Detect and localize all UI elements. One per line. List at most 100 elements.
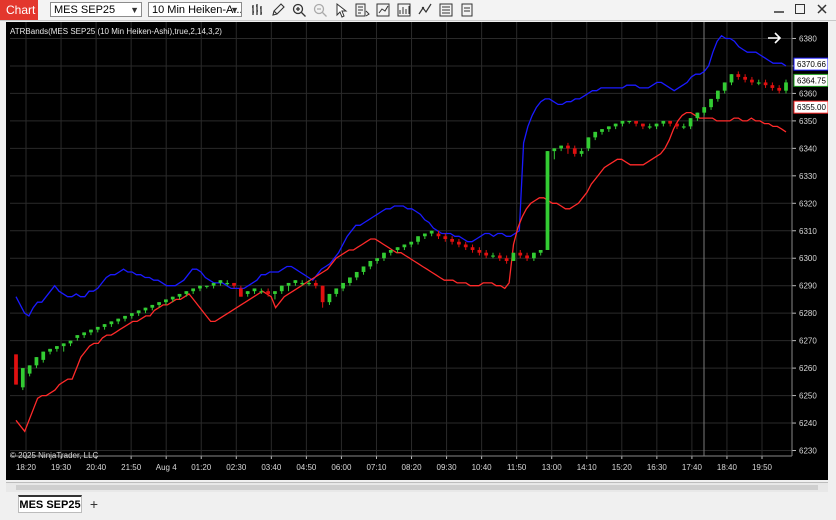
candle-body — [436, 233, 441, 237]
chart-window-tab[interactable]: Chart — [0, 0, 38, 20]
candle-body — [123, 315, 127, 319]
candle-body — [184, 291, 189, 294]
candle-body — [457, 241, 461, 245]
zoom-out-icon[interactable] — [312, 2, 328, 18]
candle-body — [518, 252, 523, 256]
candle-body — [620, 120, 625, 124]
candle-body — [382, 252, 386, 259]
candle-body — [504, 258, 509, 261]
candle-body — [320, 285, 325, 303]
indicators-icon[interactable] — [396, 2, 412, 18]
scrollbar-thumb[interactable] — [16, 485, 818, 490]
zoom-in-icon[interactable] — [291, 2, 307, 18]
y-tick-label: 6310 — [799, 227, 817, 236]
candle-body — [743, 76, 747, 80]
candle-body — [129, 313, 134, 316]
candle-body — [211, 282, 216, 286]
draw-pencil-icon[interactable] — [270, 2, 286, 18]
candle-body — [61, 343, 66, 347]
copyright-text: © 2025 NinjaTrader, LLC — [10, 451, 99, 460]
x-tick-label: 07:10 — [366, 463, 387, 472]
minimize-icon[interactable] — [772, 2, 786, 16]
candle-body — [572, 148, 577, 154]
candle-body — [204, 285, 209, 287]
maximize-icon[interactable] — [793, 2, 807, 16]
candle-body — [348, 277, 352, 283]
close-icon[interactable] — [815, 2, 829, 16]
candle-body — [647, 126, 652, 128]
y-tick-label: 6290 — [799, 282, 817, 291]
y-tick-label: 6280 — [799, 309, 817, 318]
instrument-tab-bar: MES SEP25 + — [0, 492, 836, 520]
x-tick-label: Aug 4 — [156, 463, 177, 472]
strategies-icon[interactable] — [417, 2, 433, 18]
candle-body — [722, 82, 727, 91]
candle-body — [532, 252, 536, 259]
candle-body — [68, 340, 73, 344]
x-tick-label: 02:30 — [226, 463, 247, 472]
candle-body — [715, 90, 720, 99]
x-tick-label: 15:20 — [612, 463, 633, 472]
candle-body — [232, 282, 236, 286]
x-tick-label: 18:20 — [16, 463, 37, 472]
candle-body — [388, 249, 393, 253]
candle-body — [95, 326, 100, 330]
candle-body — [55, 346, 59, 349]
candle-body — [736, 74, 741, 77]
candle-body — [484, 252, 489, 256]
candle-body — [654, 123, 659, 127]
candle-body — [695, 112, 700, 119]
properties-icon[interactable] — [438, 2, 454, 18]
candle-body — [450, 239, 454, 242]
candle-body — [777, 87, 782, 91]
price-chart[interactable]: 6380637063606350634063306320631063006290… — [6, 22, 828, 480]
candle-body — [150, 304, 155, 308]
candle-body — [634, 120, 638, 124]
add-tab-button[interactable]: + — [86, 495, 102, 513]
candle-body — [763, 82, 768, 86]
instrument-selector[interactable]: MES SEP25 ▼ — [50, 2, 142, 17]
candle-body — [14, 354, 18, 385]
candle-body — [641, 123, 645, 127]
candle-body — [559, 145, 564, 149]
candle-body — [116, 318, 121, 322]
indicator-label: ATRBands(MES SEP25 (10 Min Heiken-Ashi),… — [10, 27, 222, 36]
pointer-icon[interactable] — [333, 2, 349, 18]
candle-body — [75, 335, 80, 338]
candle-body — [552, 148, 557, 152]
y-tick-label: 6240 — [799, 419, 817, 428]
candle-body — [273, 291, 277, 294]
y-tick-label: 6230 — [799, 447, 817, 456]
candle-body — [198, 285, 202, 289]
candle-body — [218, 280, 223, 283]
scroll-right-arrow-icon[interactable] — [768, 32, 782, 44]
instrument-tab[interactable]: MES SEP25 — [18, 495, 82, 513]
y-tick-label: 6320 — [799, 199, 817, 208]
data-box-icon[interactable] — [354, 2, 370, 18]
candle-body — [225, 282, 230, 285]
candle-body — [402, 244, 407, 248]
candle-body — [702, 107, 707, 113]
candle-body — [579, 151, 584, 154]
candle-body — [429, 230, 434, 234]
x-tick-label: 14:10 — [577, 463, 598, 472]
candle-body — [164, 299, 168, 303]
templates-icon[interactable] — [459, 2, 475, 18]
y-tick-label: 6360 — [799, 89, 817, 98]
candle-body — [20, 368, 25, 388]
chart-trader-icon[interactable] — [375, 2, 391, 18]
candle-body — [354, 271, 359, 278]
chart-panel[interactable]: 6380637063606350634063306320631063006290… — [6, 22, 828, 480]
interval-selector[interactable]: 10 Min Heiken-A... ▼ — [148, 2, 242, 17]
x-tick-label: 10:40 — [472, 463, 493, 472]
candle-body — [525, 255, 529, 259]
candle-body — [463, 244, 468, 248]
candle-body — [279, 285, 284, 292]
candle-body — [238, 288, 243, 297]
candle-body — [170, 296, 175, 300]
candle-body — [675, 123, 679, 127]
bars-type-icon[interactable] — [250, 2, 266, 18]
candle-body — [136, 310, 141, 314]
candle-body — [491, 255, 495, 257]
x-tick-label: 18:40 — [717, 463, 738, 472]
